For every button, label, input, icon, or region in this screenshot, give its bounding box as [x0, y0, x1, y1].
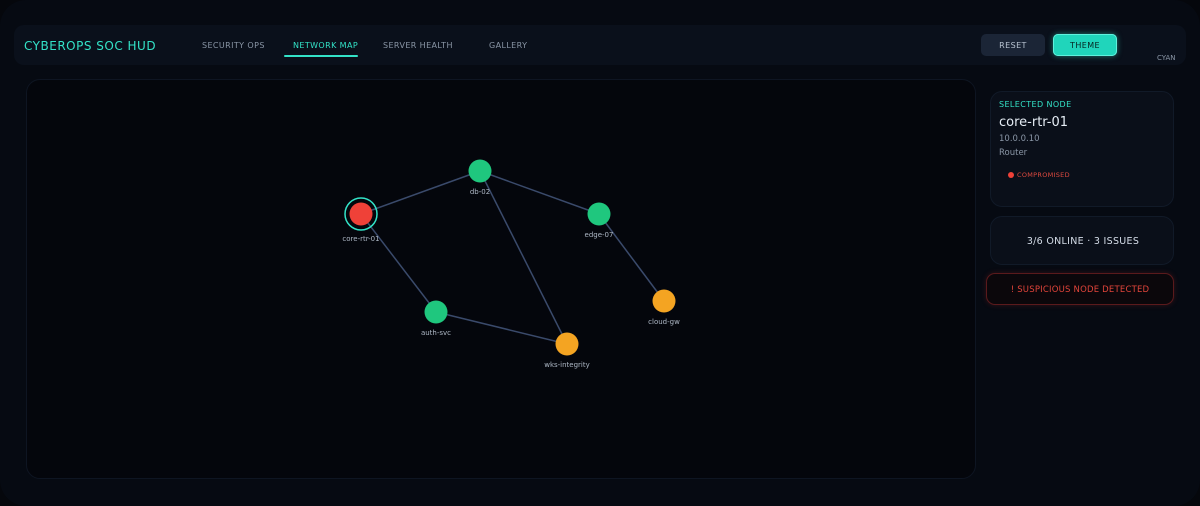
tab-gallery[interactable]: GALLERY — [489, 41, 527, 50]
tab-network-map[interactable]: NETWORK MAP — [293, 41, 358, 50]
node-circle[interactable] — [555, 332, 579, 356]
theme-button[interactable]: THEME — [1053, 34, 1117, 56]
link-core-rtr-01-db-02 — [360, 170, 481, 215]
node-db-02[interactable]: db-02 — [468, 159, 492, 197]
node-label: db-02 — [470, 188, 490, 196]
node-label: edge-07 — [585, 231, 614, 239]
status-badge: COMPROMISED — [1017, 171, 1070, 179]
network-map-panel: core-rtr-01 db-02 edge-07 auth-svc wks-integ… — [26, 79, 976, 479]
node-wks-integrity[interactable]: wks-integrity — [544, 332, 590, 370]
node-label: wks-integrity — [544, 361, 590, 369]
alert-text: ! SUSPICIOUS NODE DETECTED — [1010, 285, 1150, 295]
theme-name-label: CYAN — [1157, 54, 1176, 62]
selected-node-type: Router — [999, 148, 1028, 158]
tab-server-health[interactable]: SERVER HEALTH — [383, 41, 453, 50]
node-auth-svc[interactable]: auth-svc — [421, 300, 451, 338]
link-core-rtr-01-auth-svc — [360, 213, 437, 313]
selected-node-heading: SELECTED NODE — [999, 100, 1072, 109]
node-core-rtr-01[interactable]: core-rtr-01 — [342, 197, 380, 243]
link-auth-svc-wks-integrity — [435, 311, 568, 345]
selected-node-ip: 10.0.0.10 — [999, 134, 1040, 144]
node-circle[interactable] — [652, 289, 676, 313]
selected-node-card: SELECTED NODE core-rtr-01 10.0.0.10 Rout… — [990, 91, 1174, 207]
tab-security-ops[interactable]: SECURITY OPS — [202, 41, 265, 50]
selected-node-name: core-rtr-01 — [999, 115, 1069, 130]
node-circle[interactable] — [587, 202, 611, 226]
node-edge-07[interactable]: edge-07 — [585, 202, 614, 240]
node-circle[interactable] — [424, 300, 448, 324]
node-circle[interactable] — [349, 202, 373, 226]
node-cloud-gw[interactable]: cloud-gw — [648, 289, 680, 327]
node-label: cloud-gw — [648, 318, 680, 326]
app-window: CYBEROPS SOC HUD SECURITY OPS NETWORK MA… — [0, 0, 1200, 506]
reset-button[interactable]: RESET — [981, 34, 1045, 56]
network-summary-card: 3/6 ONLINE · 3 ISSUES — [990, 216, 1174, 265]
node-label: auth-svc — [421, 329, 451, 337]
status-dot-icon — [1008, 172, 1014, 178]
link-edge-07-cloud-gw — [598, 213, 665, 302]
suspicious-node-alert[interactable]: ! SUSPICIOUS NODE DETECTED — [986, 273, 1174, 305]
active-tab-indicator — [284, 55, 358, 57]
network-graph: core-rtr-01 db-02 edge-07 auth-svc wks-integ… — [342, 159, 680, 370]
node-circle[interactable] — [468, 159, 492, 183]
top-bar: CYBEROPS SOC HUD SECURITY OPS NETWORK MA… — [14, 25, 1186, 65]
node-label: core-rtr-01 — [342, 235, 379, 243]
app-title: CYBEROPS SOC HUD — [24, 39, 157, 53]
network-summary-text: 3/6 ONLINE · 3 ISSUES — [1026, 236, 1140, 247]
